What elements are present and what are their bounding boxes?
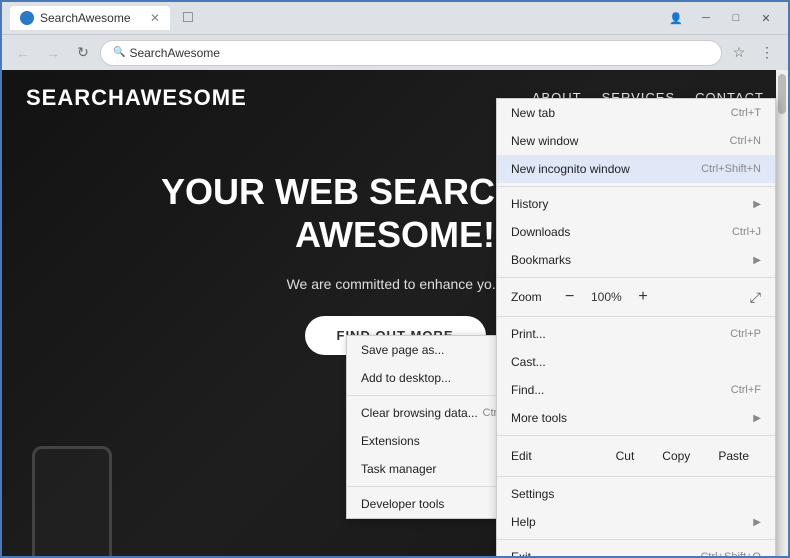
ctx-dev-tools-label: Developer tools <box>361 497 496 511</box>
ctx-new-incognito-shortcut: Ctrl+Shift+N <box>701 163 761 175</box>
ctx-downloads[interactable]: Downloads Ctrl+J <box>497 218 775 246</box>
address-bar: ← → ↻ 🔍 SearchAwesome ☆ ⋮ <box>2 34 788 70</box>
address-input[interactable]: 🔍 SearchAwesome <box>100 40 722 66</box>
ctx-zoom-label: Zoom <box>511 290 551 304</box>
ctx-zoom-expand-button[interactable]: ⤢ <box>750 289 761 306</box>
ctx-history-label: History <box>511 197 745 211</box>
ctx-large-divider-3 <box>497 316 775 317</box>
ctx-zoom-value: 100% <box>588 290 624 304</box>
ctx-zoom-row: Zoom − 100% + ⤢ <box>497 281 775 313</box>
ctx-bookmarks[interactable]: Bookmarks <box>497 246 775 274</box>
menu-button[interactable]: ⋮ <box>754 40 780 66</box>
ctx-print-shortcut: Ctrl+P <box>730 328 761 340</box>
ctx-exit-shortcut: Ctrl+Shift+Q <box>700 551 761 556</box>
close-button[interactable]: ✕ <box>752 8 780 28</box>
large-context-menu[interactable]: New tab Ctrl+T New window Ctrl+N New inc… <box>496 98 776 556</box>
profile-icon: 👤 <box>669 12 683 25</box>
ctx-downloads-shortcut: Ctrl+J <box>732 226 761 238</box>
close-icon: ✕ <box>761 12 770 25</box>
tab-title: SearchAwesome <box>40 11 131 25</box>
ctx-settings[interactable]: Settings <box>497 480 775 508</box>
ctx-exit-label: Exit <box>511 550 700 556</box>
forward-button[interactable]: → <box>40 40 66 66</box>
ctx-large-divider-1 <box>497 186 775 187</box>
minimize-icon: ─ <box>702 12 710 24</box>
ctx-paste-button[interactable]: Paste <box>706 445 761 467</box>
address-text: SearchAwesome <box>129 46 220 60</box>
ctx-copy-button[interactable]: Copy <box>650 445 702 467</box>
browser-tab[interactable]: SearchAwesome ✕ <box>10 6 170 30</box>
back-button[interactable]: ← <box>10 40 36 66</box>
ctx-large-divider-4 <box>497 435 775 436</box>
browser-window: SearchAwesome ✕ □ 👤 ─ □ ✕ ← → <box>0 0 790 558</box>
search-icon: 🔍 <box>113 47 125 58</box>
viewport: SEARCHAWESOME ABOUT SERVICES CONTACT YOU… <box>2 70 788 556</box>
ctx-edit-group: Edit Cut Copy Paste <box>497 439 775 473</box>
ctx-more-tools-label: More tools <box>511 411 745 425</box>
ctx-find-label: Find... <box>511 383 731 397</box>
star-icon: ☆ <box>733 44 746 61</box>
ctx-cast[interactable]: Cast... <box>497 348 775 376</box>
ctx-edit-label: Edit <box>511 449 532 463</box>
ctx-print-label: Print... <box>511 327 730 341</box>
reload-button[interactable]: ↻ <box>70 40 96 66</box>
forward-icon: → <box>46 45 60 61</box>
back-icon: ← <box>16 45 30 61</box>
ctx-new-incognito[interactable]: New incognito window Ctrl+Shift+N <box>497 155 775 183</box>
ctx-task-manager-label: Task manager <box>361 462 504 476</box>
ctx-new-tab[interactable]: New tab Ctrl+T <box>497 99 775 127</box>
ctx-zoom-plus-button[interactable]: + <box>632 286 653 308</box>
ctx-bookmarks-label: Bookmarks <box>511 253 745 267</box>
new-tab-button[interactable]: □ <box>174 6 202 30</box>
ctx-clear-browsing-label: Clear browsing data... <box>361 406 483 420</box>
phone-image <box>32 446 112 556</box>
maximize-button[interactable]: □ <box>722 8 750 28</box>
ctx-find[interactable]: Find... Ctrl+F <box>497 376 775 404</box>
site-logo: SEARCHAWESOME <box>26 85 247 111</box>
ctx-print[interactable]: Print... Ctrl+P <box>497 320 775 348</box>
ctx-exit[interactable]: Exit Ctrl+Shift+Q <box>497 543 775 556</box>
bookmark-button[interactable]: ☆ <box>726 40 752 66</box>
profile-button[interactable]: 👤 <box>662 8 690 28</box>
minimize-button[interactable]: ─ <box>692 8 720 28</box>
tab-favicon <box>20 11 34 25</box>
address-actions: ☆ ⋮ <box>726 40 780 66</box>
tab-close-button[interactable]: ✕ <box>150 11 160 25</box>
ctx-new-window[interactable]: New window Ctrl+N <box>497 127 775 155</box>
ctx-downloads-label: Downloads <box>511 225 732 239</box>
ctx-large-divider-5 <box>497 476 775 477</box>
ctx-help-label: Help <box>511 515 745 529</box>
ctx-cut-button[interactable]: Cut <box>604 445 647 467</box>
menu-icon: ⋮ <box>760 44 774 61</box>
ctx-zoom-minus-button[interactable]: − <box>559 286 580 308</box>
ctx-settings-label: Settings <box>511 487 761 501</box>
reload-icon: ↻ <box>77 44 89 61</box>
ctx-cast-label: Cast... <box>511 355 761 369</box>
title-bar: SearchAwesome ✕ □ 👤 ─ □ ✕ <box>2 2 788 34</box>
ctx-history[interactable]: History <box>497 190 775 218</box>
ctx-new-tab-label: New tab <box>511 106 731 120</box>
ctx-new-window-label: New window <box>511 134 730 148</box>
ctx-new-window-shortcut: Ctrl+N <box>730 135 761 147</box>
ctx-large-divider-2 <box>497 277 775 278</box>
ctx-new-incognito-label: New incognito window <box>511 162 701 176</box>
ctx-large-divider-6 <box>497 539 775 540</box>
title-bar-controls: 👤 ─ □ ✕ <box>662 8 780 28</box>
ctx-find-shortcut: Ctrl+F <box>731 384 761 396</box>
ctx-more-tools[interactable]: More tools <box>497 404 775 432</box>
maximize-icon: □ <box>733 12 740 24</box>
ctx-new-tab-shortcut: Ctrl+T <box>731 107 761 119</box>
new-tab-icon: □ <box>183 9 193 27</box>
ctx-help[interactable]: Help <box>497 508 775 536</box>
